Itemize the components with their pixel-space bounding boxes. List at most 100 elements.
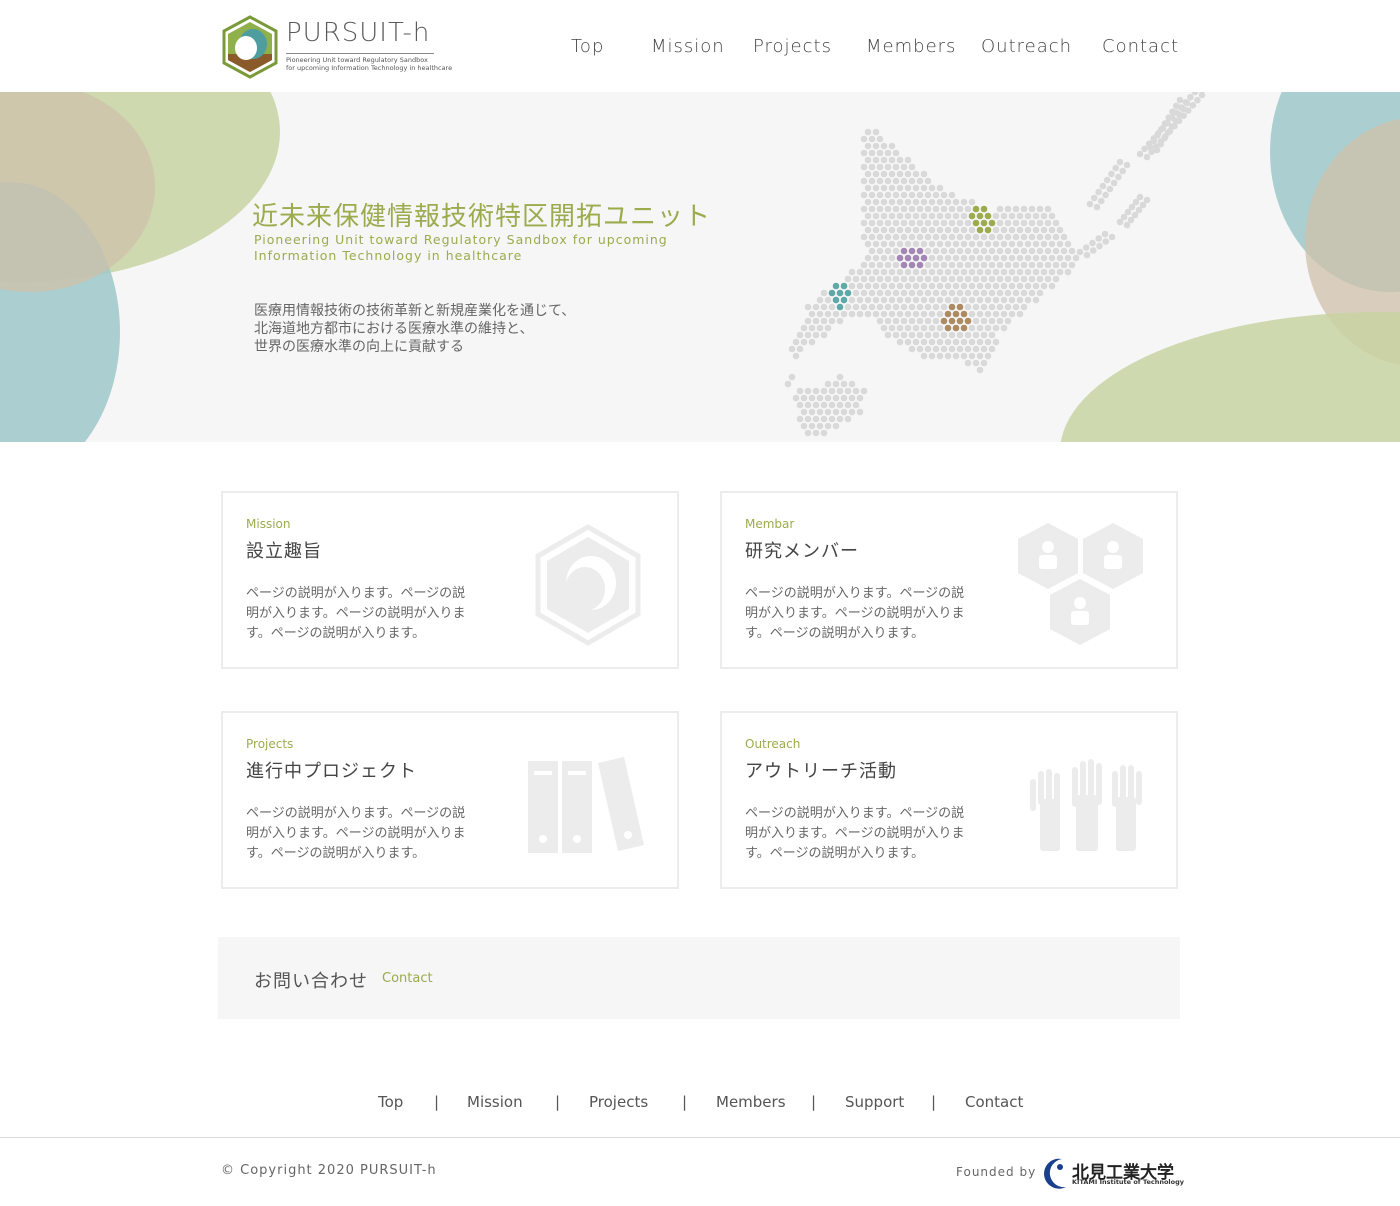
map-dot — [956, 219, 964, 227]
map-dot — [932, 345, 940, 353]
map-dot — [1040, 240, 1048, 248]
map-dot — [876, 275, 884, 283]
map-dot — [984, 352, 992, 360]
map-dot — [896, 268, 904, 276]
map-dot — [884, 289, 892, 297]
map-dot — [1044, 205, 1052, 213]
card-description: ページの説明が入ります。ページの説明が入ります。ページの説明が入ります。ページの… — [745, 806, 965, 861]
nav-outreach[interactable]: Outreach — [981, 36, 1072, 57]
map-dot — [804, 429, 812, 437]
map-dot — [944, 226, 952, 234]
map-dot — [964, 359, 972, 367]
map-dot — [992, 296, 1000, 304]
card-members[interactable]: Membar 研究メンバー ページの説明が入ります。ページの説明が入ります。ペー… — [720, 491, 1178, 669]
map-dot — [824, 408, 832, 416]
map-dot — [1000, 226, 1008, 234]
map-dot — [992, 324, 1000, 332]
map-dot — [976, 296, 984, 304]
card-title: アウトリーチ活動 — [745, 761, 897, 782]
map-dot — [972, 289, 980, 297]
map-dot — [960, 212, 968, 220]
nav-members[interactable]: Members — [866, 36, 956, 57]
footer-nav-separator: | — [931, 1093, 937, 1111]
map-dot — [1020, 303, 1028, 311]
map-dot — [992, 338, 1000, 346]
map-dot — [880, 282, 888, 290]
map-dot — [888, 282, 896, 290]
map-dot — [964, 261, 972, 269]
map-dot — [924, 331, 932, 339]
map-dot — [988, 261, 996, 269]
map-dot — [944, 310, 952, 318]
hero-section: 近未来保健情報技術特区開拓ユニット Pioneering Unit toward… — [0, 92, 1400, 442]
map-dot — [880, 212, 888, 220]
map-dot — [872, 212, 880, 220]
nav-mission[interactable]: Mission — [651, 36, 725, 57]
map-dot — [904, 226, 912, 234]
footer-nav-mission[interactable]: Mission — [467, 1093, 523, 1111]
footer-nav-support[interactable]: Support — [845, 1093, 904, 1111]
map-dot — [876, 289, 884, 297]
map-dot — [988, 219, 996, 227]
map-dot — [992, 268, 1000, 276]
map-dot — [952, 254, 960, 262]
map-dot — [988, 303, 996, 311]
nav-projects[interactable]: Projects — [753, 36, 832, 57]
map-dot — [944, 324, 952, 332]
map-dot — [804, 387, 812, 395]
map-dot — [1189, 102, 1197, 109]
map-dot — [904, 338, 912, 346]
map-dot — [892, 289, 900, 297]
kitami-university-logo[interactable]: 北見工業大学 KITAMI Institute of Technology — [1042, 1157, 1184, 1189]
map-dot — [1136, 150, 1144, 158]
map-dot — [924, 219, 932, 227]
map-dot — [980, 219, 988, 227]
map-dot — [796, 331, 804, 339]
map-dot — [936, 324, 944, 332]
map-dot — [864, 240, 872, 248]
map-dot — [852, 303, 860, 311]
map-dot — [844, 303, 852, 311]
footer-nav-top[interactable]: Top — [378, 1093, 403, 1111]
footer-nav-projects[interactable]: Projects — [589, 1093, 648, 1111]
map-dot — [900, 303, 908, 311]
card-projects[interactable]: Projects 進行中プロジェクト ページの説明が入ります。ページの説明が入り… — [221, 711, 679, 889]
map-dot — [1036, 219, 1044, 227]
map-dot — [884, 163, 892, 171]
card-mission[interactable]: Mission 設立趣旨 ページの説明が入ります。ページの説明が入ります。ページ… — [221, 491, 679, 669]
map-dot — [1056, 240, 1064, 248]
map-dot — [992, 310, 1000, 318]
footer-nav-contact[interactable]: Contact — [965, 1093, 1023, 1111]
map-dot — [868, 275, 876, 283]
map-dot — [892, 303, 900, 311]
map-dot — [856, 408, 864, 416]
site-logo[interactable]: PURSUIT-h Pioneering Unit toward Regulat… — [220, 14, 452, 82]
nav-contact[interactable]: Contact — [1102, 36, 1179, 57]
map-dot — [1028, 233, 1036, 241]
map-dot — [996, 275, 1004, 283]
map-dot — [884, 317, 892, 325]
map-dot — [888, 268, 896, 276]
map-dot — [1153, 146, 1161, 154]
map-dot — [900, 247, 908, 255]
footer-nav-members[interactable]: Members — [716, 1093, 786, 1111]
map-dot — [1161, 134, 1168, 142]
nav-top[interactable]: Top — [571, 36, 604, 57]
map-dot — [1024, 268, 1032, 276]
map-dot — [860, 303, 868, 311]
map-dot — [936, 198, 944, 206]
map-dot — [972, 205, 980, 213]
kitami-crescent-icon — [1044, 1158, 1066, 1189]
map-dot — [1024, 212, 1032, 220]
brand-tagline-line2: for upcoming Information Technology in h… — [286, 64, 453, 72]
map-dot — [948, 219, 956, 227]
contact-banner[interactable]: お問い合わせ Contact — [218, 937, 1180, 1019]
map-dot — [904, 282, 912, 290]
map-dot — [876, 219, 884, 227]
map-dot — [1032, 212, 1040, 220]
card-outreach[interactable]: Outreach アウトリーチ活動 ページの説明が入ります。ページの説明が入りま… — [720, 711, 1178, 889]
map-dot — [816, 422, 824, 430]
map-dot — [868, 303, 876, 311]
map-dot — [984, 212, 992, 220]
map-dot — [1068, 247, 1076, 255]
